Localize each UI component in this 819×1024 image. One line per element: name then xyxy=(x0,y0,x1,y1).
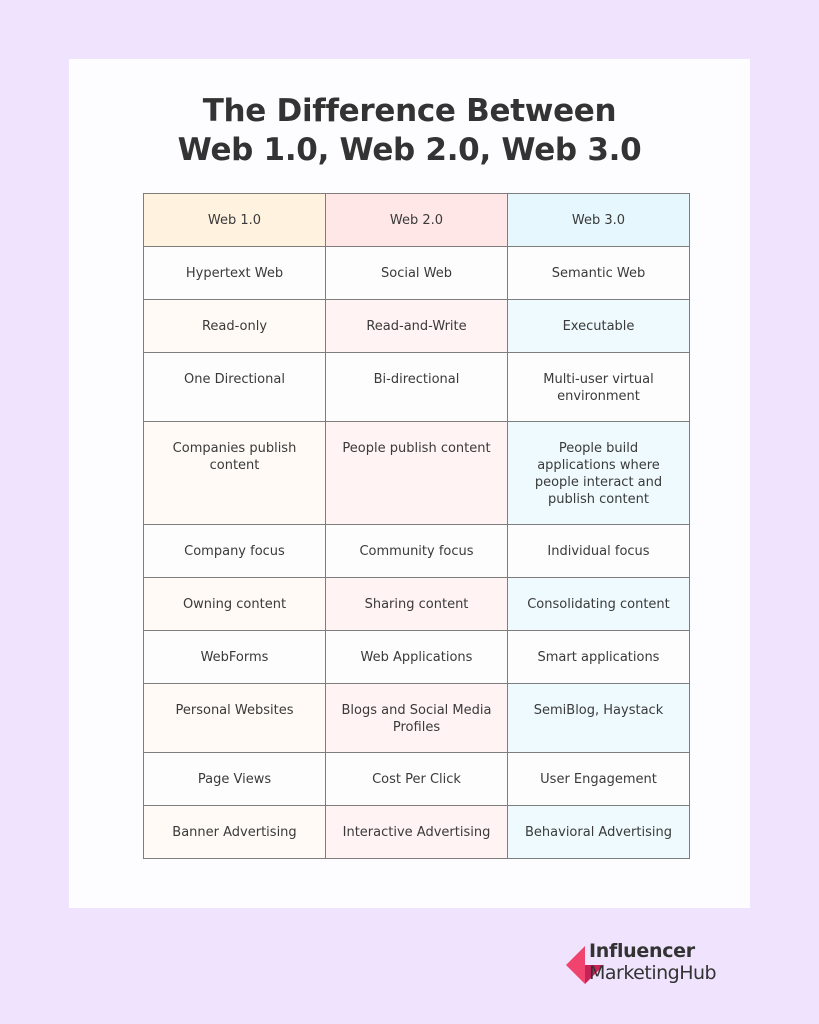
table-cell: WebForms xyxy=(143,630,326,684)
table-cell: Banner Advertising xyxy=(143,805,326,859)
table-cell: Social Web xyxy=(325,246,508,300)
table-row: Companies publish content People publish… xyxy=(143,421,690,525)
table-cell: People publish content xyxy=(325,421,508,525)
table-row: One Directional Bi-directional Multi-use… xyxy=(143,352,690,422)
table-row: Personal Websites Blogs and Social Media… xyxy=(143,683,690,753)
table-cell: Multi-user virtual environment xyxy=(507,352,690,422)
table-row: Company focus Community focus Individual… xyxy=(143,524,690,578)
table-cell: Cost Per Click xyxy=(325,752,508,806)
header-web2: Web 2.0 xyxy=(325,193,508,247)
table-cell: Smart applications xyxy=(507,630,690,684)
logo-text: Influencer MarketingHub xyxy=(589,940,717,984)
table-cell: Consolidating content xyxy=(507,577,690,631)
table-cell: Read-only xyxy=(143,299,326,353)
table-cell: Sharing content xyxy=(325,577,508,631)
table-cell: One Directional xyxy=(143,352,326,422)
table-cell: Personal Websites xyxy=(143,683,326,753)
table-cell: People build applications where people i… xyxy=(507,421,690,525)
table-header-row: Web 1.0 Web 2.0 Web 3.0 xyxy=(143,193,690,247)
header-web1: Web 1.0 xyxy=(143,193,326,247)
table-cell: Community focus xyxy=(325,524,508,578)
table-cell: SemiBlog, Haystack xyxy=(507,683,690,753)
influencer-marketing-hub-logo: Influencer MarketingHub xyxy=(566,940,756,990)
table-cell: Read-and-Write xyxy=(325,299,508,353)
table-row: WebForms Web Applications Smart applicat… xyxy=(143,630,690,684)
table-cell: Individual focus xyxy=(507,524,690,578)
table-cell: Executable xyxy=(507,299,690,353)
table-cell: Semantic Web xyxy=(507,246,690,300)
table-row: Owning content Sharing content Consolida… xyxy=(143,577,690,631)
table-cell: Interactive Advertising xyxy=(325,805,508,859)
table-cell: Page Views xyxy=(143,752,326,806)
page-title: The Difference Between Web 1.0, Web 2.0,… xyxy=(69,92,750,170)
table-row: Hypertext Web Social Web Semantic Web xyxy=(143,246,690,300)
table-cell: Hypertext Web xyxy=(143,246,326,300)
table-cell: User Engagement xyxy=(507,752,690,806)
table-cell: Blogs and Social Media Profiles xyxy=(325,683,508,753)
table-cell: Companies publish content xyxy=(143,421,326,525)
table-cell: Company focus xyxy=(143,524,326,578)
title-line-2: Web 1.0, Web 2.0, Web 3.0 xyxy=(177,132,642,168)
header-web3: Web 3.0 xyxy=(507,193,690,247)
table-row: Banner Advertising Interactive Advertisi… xyxy=(143,805,690,859)
table-row: Page Views Cost Per Click User Engagemen… xyxy=(143,752,690,806)
logo-line-1: Influencer xyxy=(589,940,695,962)
table-cell: Web Applications xyxy=(325,630,508,684)
table-cell: Owning content xyxy=(143,577,326,631)
comparison-table: Web 1.0 Web 2.0 Web 3.0 Hypertext Web So… xyxy=(143,193,690,859)
table-row: Read-only Read-and-Write Executable xyxy=(143,299,690,353)
title-line-1: The Difference Between xyxy=(202,93,617,129)
table-cell: Behavioral Advertising xyxy=(507,805,690,859)
infographic-card: The Difference Between Web 1.0, Web 2.0,… xyxy=(69,59,750,908)
table-cell: Bi-directional xyxy=(325,352,508,422)
logo-line-2: MarketingHub xyxy=(589,962,717,984)
